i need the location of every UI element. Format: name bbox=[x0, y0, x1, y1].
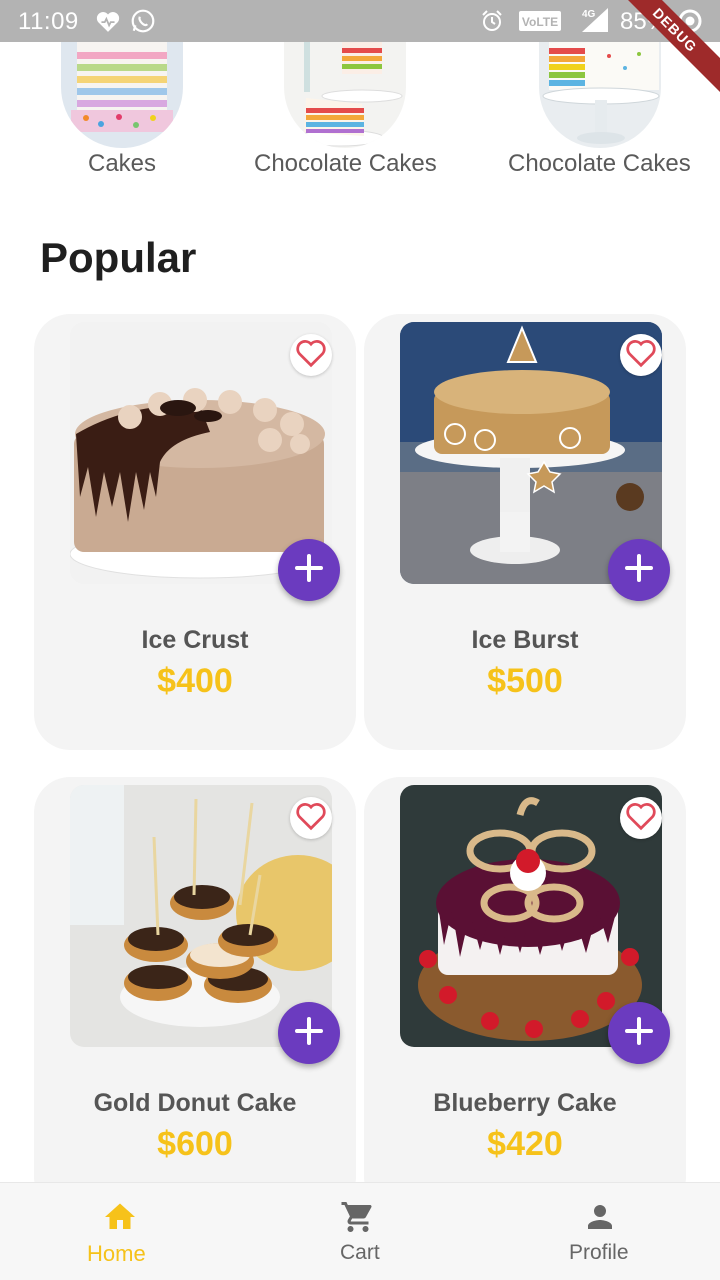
plus-icon bbox=[294, 1016, 324, 1051]
category-label: Chocolate Cakes bbox=[508, 150, 691, 177]
add-to-cart-button[interactable] bbox=[608, 539, 670, 601]
favorite-button[interactable] bbox=[620, 334, 662, 376]
signal-icon: 4G bbox=[576, 6, 612, 39]
nav-label-profile: Profile bbox=[569, 1241, 629, 1264]
heart-icon bbox=[294, 338, 328, 373]
favorite-button[interactable] bbox=[620, 797, 662, 839]
add-to-cart-button[interactable] bbox=[608, 1002, 670, 1064]
product-name: Gold Donut Cake bbox=[93, 1089, 297, 1117]
product-card-blueberry-cake[interactable]: Blueberry Cake $420 bbox=[364, 777, 686, 1213]
cart-icon bbox=[340, 1199, 376, 1240]
bottom-navigation: Home Cart Profile bbox=[0, 1182, 720, 1280]
nav-label-cart: Cart bbox=[340, 1241, 380, 1264]
heart-icon bbox=[624, 338, 658, 373]
add-to-cart-button[interactable] bbox=[278, 1002, 340, 1064]
home-icon bbox=[102, 1199, 138, 1240]
product-price: $400 bbox=[157, 662, 233, 700]
whatsapp-icon bbox=[130, 8, 156, 39]
add-to-cart-button[interactable] bbox=[278, 539, 340, 601]
nav-item-profile[interactable]: Profile bbox=[540, 1183, 660, 1280]
svg-text:4G: 4G bbox=[582, 9, 596, 20]
plus-icon bbox=[624, 1016, 654, 1051]
section-title-popular: Popular bbox=[40, 234, 197, 281]
category-label: Chocolate Cakes bbox=[254, 150, 437, 177]
product-price: $420 bbox=[487, 1125, 563, 1163]
nav-item-home[interactable]: Home bbox=[60, 1183, 180, 1280]
alarm-icon bbox=[480, 9, 504, 38]
category-label: Cakes bbox=[88, 150, 157, 177]
category-image bbox=[61, 42, 183, 148]
favorite-button[interactable] bbox=[290, 334, 332, 376]
favorite-button[interactable] bbox=[290, 797, 332, 839]
status-time: 11:09 bbox=[18, 8, 79, 35]
heart-icon bbox=[294, 801, 328, 836]
plus-icon bbox=[294, 553, 324, 588]
product-price: $500 bbox=[487, 662, 563, 700]
volte-icon: VoLTE bbox=[518, 10, 562, 37]
product-card-gold-donut-cake[interactable]: Gold Donut Cake $600 bbox=[34, 777, 356, 1213]
heart-icon bbox=[624, 801, 658, 836]
status-bar: 11:09 VoLTE 4G 85% DEBUG bbox=[0, 0, 720, 99]
category-image bbox=[284, 42, 406, 148]
category-image bbox=[539, 42, 661, 148]
product-card-ice-crust[interactable]: Ice Crust $400 bbox=[34, 314, 356, 750]
nav-item-cart[interactable]: Cart bbox=[300, 1183, 420, 1280]
product-price: $600 bbox=[157, 1125, 233, 1163]
product-name: Ice Burst bbox=[471, 626, 579, 654]
product-card-ice-burst[interactable]: Ice Burst $500 bbox=[364, 314, 686, 750]
plus-icon bbox=[624, 553, 654, 588]
profile-icon bbox=[582, 1199, 618, 1240]
svg-text:VoLTE: VoLTE bbox=[522, 15, 558, 29]
product-name: Ice Crust bbox=[141, 626, 249, 654]
heart-icon bbox=[94, 9, 122, 38]
nav-label-home: Home bbox=[87, 1241, 146, 1266]
product-name: Blueberry Cake bbox=[433, 1089, 617, 1117]
